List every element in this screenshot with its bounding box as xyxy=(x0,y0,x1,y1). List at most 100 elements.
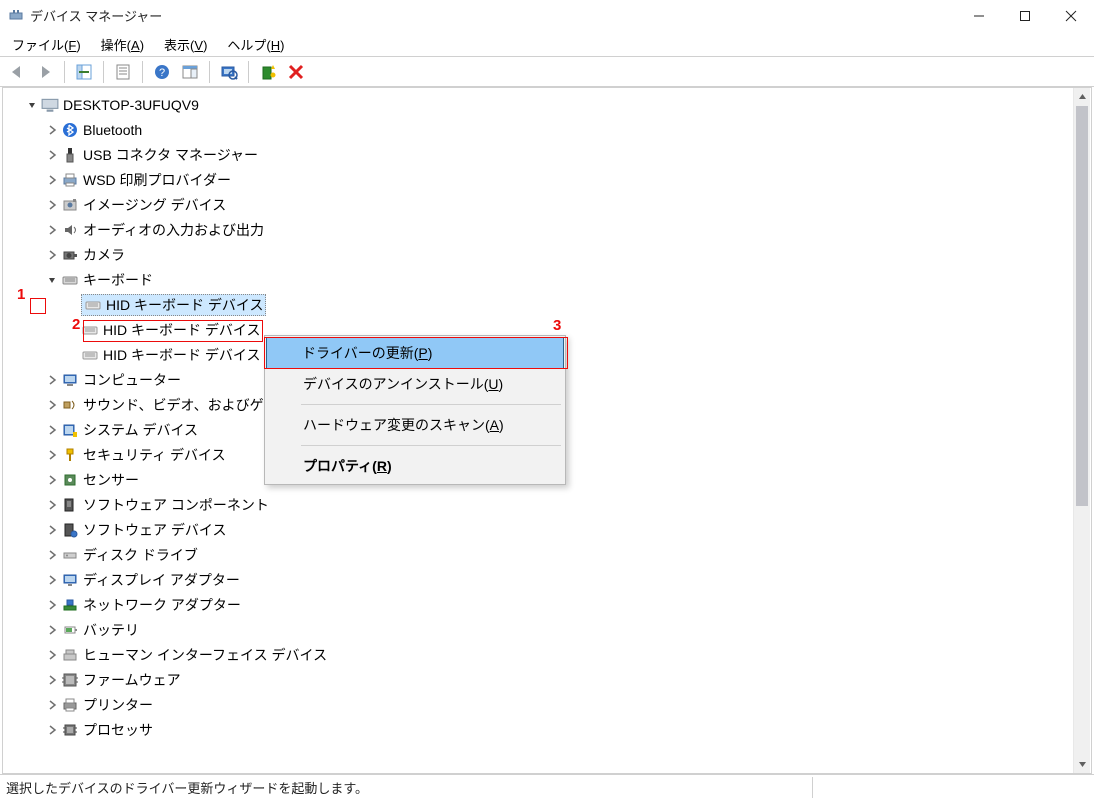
maximize-button[interactable] xyxy=(1002,0,1048,32)
disk-icon xyxy=(61,546,79,564)
disable-device-button[interactable] xyxy=(283,59,309,85)
chevron-right-icon[interactable] xyxy=(43,146,61,164)
chevron-right-icon[interactable] xyxy=(43,196,61,214)
properties-button[interactable] xyxy=(110,59,136,85)
ctx-update-driver-accel: P xyxy=(418,345,427,361)
help-button[interactable]: ? xyxy=(149,59,175,85)
chevron-right-icon[interactable] xyxy=(43,371,61,389)
chevron-right-icon[interactable] xyxy=(43,221,61,239)
tree-category[interactable]: ファームウェア xyxy=(3,667,1091,692)
tree-category[interactable]: イメージング デバイス xyxy=(3,192,1091,217)
tree-category[interactable]: プロセッサ xyxy=(3,717,1091,742)
ctx-uninstall-accel: U xyxy=(488,376,498,392)
tree-category-label: セキュリティ デバイス xyxy=(83,445,226,465)
tree-category[interactable]: ヒューマン インターフェイス デバイス xyxy=(3,642,1091,667)
tree-category[interactable]: WSD 印刷プロバイダー xyxy=(3,167,1091,192)
tree-category[interactable]: ディスク ドライブ xyxy=(3,542,1091,567)
chevron-right-icon[interactable] xyxy=(43,246,61,264)
chevron-right-icon[interactable] xyxy=(43,671,61,689)
tree-device[interactable]: HID キーボード デバイス xyxy=(3,292,1091,317)
tree-category[interactable]: Bluetooth xyxy=(3,117,1091,142)
tree-category-label: オーディオの入力および出力 xyxy=(83,220,264,240)
app-icon xyxy=(8,8,24,24)
menu-view[interactable]: 表示(V) xyxy=(154,33,217,56)
menu-file[interactable]: ファイル(F) xyxy=(2,33,91,56)
chevron-right-icon[interactable] xyxy=(43,621,61,639)
chevron-right-icon[interactable] xyxy=(43,521,61,539)
scroll-up-icon[interactable] xyxy=(1074,88,1090,105)
audio-icon xyxy=(61,221,79,239)
tree-category[interactable]: ディスプレイ アダプター xyxy=(3,567,1091,592)
tree-category[interactable]: カメラ xyxy=(3,242,1091,267)
keyboard-dev-icon xyxy=(84,296,102,314)
toolbar: ? xyxy=(0,57,1094,87)
toolbar-separator xyxy=(64,61,65,83)
tree-category[interactable]: バッテリ xyxy=(3,617,1091,642)
tree-category[interactable]: ネットワーク アダプター xyxy=(3,592,1091,617)
menu-file-label: ファイル xyxy=(12,38,64,53)
ctx-scan-hardware[interactable]: ハードウェア変更のスキャン(A) xyxy=(267,409,563,441)
menu-file-accel: F xyxy=(68,38,76,53)
tree-category[interactable]: オーディオの入力および出力 xyxy=(3,217,1091,242)
menu-action[interactable]: 操作(A) xyxy=(91,33,154,56)
update-driver-button[interactable] xyxy=(255,59,281,85)
ctx-properties-label: プロパティ xyxy=(303,456,372,476)
chevron-right-icon[interactable] xyxy=(43,496,61,514)
menu-help[interactable]: ヘルプ(H) xyxy=(217,33,294,56)
ctx-scan-label: ハードウェア変更のスキャン xyxy=(303,415,485,435)
tree-category[interactable]: ソフトウェア コンポーネント xyxy=(3,492,1091,517)
scroll-down-icon[interactable] xyxy=(1074,756,1090,773)
computer-icon xyxy=(61,371,79,389)
chevron-right-icon[interactable] xyxy=(43,121,61,139)
context-menu: ドライバーの更新(P) デバイスのアンインストール(U) ハードウェア変更のスキ… xyxy=(264,335,566,485)
scan-hardware-icon xyxy=(220,63,238,81)
scroll-thumb[interactable] xyxy=(1076,106,1088,506)
network-icon xyxy=(61,596,79,614)
chevron-right-icon[interactable] xyxy=(43,446,61,464)
ctx-uninstall-device[interactable]: デバイスのアンインストール(U) xyxy=(267,368,563,400)
chevron-down-icon[interactable] xyxy=(43,271,61,289)
scan-hardware-button[interactable] xyxy=(216,59,242,85)
tree-category-label: プロセッサ xyxy=(83,720,153,740)
vertical-scrollbar[interactable] xyxy=(1073,88,1090,773)
details-pane-icon xyxy=(181,63,199,81)
tree-category-label: カメラ xyxy=(83,245,125,265)
soft-comp-icon xyxy=(61,496,79,514)
window-titlebar: デバイス マネージャー xyxy=(0,0,1094,32)
tree-category-label: ファームウェア xyxy=(83,670,181,690)
tree-category-label: イメージング デバイス xyxy=(83,195,226,215)
ctx-properties-accel: R xyxy=(377,458,387,474)
chevron-right-icon[interactable] xyxy=(43,571,61,589)
chevron-down-icon[interactable] xyxy=(23,96,41,114)
keyboard-dev-icon xyxy=(81,346,99,364)
chevron-right-icon[interactable] xyxy=(43,646,61,664)
chevron-right-icon[interactable] xyxy=(43,546,61,564)
back-icon xyxy=(8,63,26,81)
chevron-right-icon[interactable] xyxy=(43,596,61,614)
close-button[interactable] xyxy=(1048,0,1094,32)
tree-category-label: バッテリ xyxy=(83,620,139,640)
minimize-button[interactable] xyxy=(956,0,1002,32)
chevron-right-icon[interactable] xyxy=(43,721,61,739)
menubar: ファイル(F) 操作(A) 表示(V) ヘルプ(H) xyxy=(0,32,1094,56)
chevron-right-icon[interactable] xyxy=(43,421,61,439)
tree-category[interactable]: USB コネクタ マネージャー xyxy=(3,142,1091,167)
tree-root[interactable]: DESKTOP-3UFUQV9 xyxy=(3,92,1091,117)
chevron-right-icon[interactable] xyxy=(43,396,61,414)
ctx-properties[interactable]: プロパティ(R) xyxy=(267,450,563,482)
chevron-right-icon[interactable] xyxy=(43,471,61,489)
tree-category[interactable]: キーボード xyxy=(3,267,1091,292)
ctx-update-driver[interactable]: ドライバーの更新(P) xyxy=(266,337,564,369)
update-driver-icon xyxy=(259,63,277,81)
expander-placeholder xyxy=(63,346,81,364)
tree-category-label: ソフトウェア デバイス xyxy=(83,520,226,540)
chevron-right-icon[interactable] xyxy=(43,171,61,189)
forward-button[interactable] xyxy=(32,59,58,85)
printer-wsd-icon xyxy=(61,171,79,189)
tree-category[interactable]: プリンター xyxy=(3,692,1091,717)
details-button[interactable] xyxy=(177,59,203,85)
tree-category[interactable]: ソフトウェア デバイス xyxy=(3,517,1091,542)
back-button[interactable] xyxy=(4,59,30,85)
chevron-right-icon[interactable] xyxy=(43,696,61,714)
show-hide-tree-button[interactable] xyxy=(71,59,97,85)
